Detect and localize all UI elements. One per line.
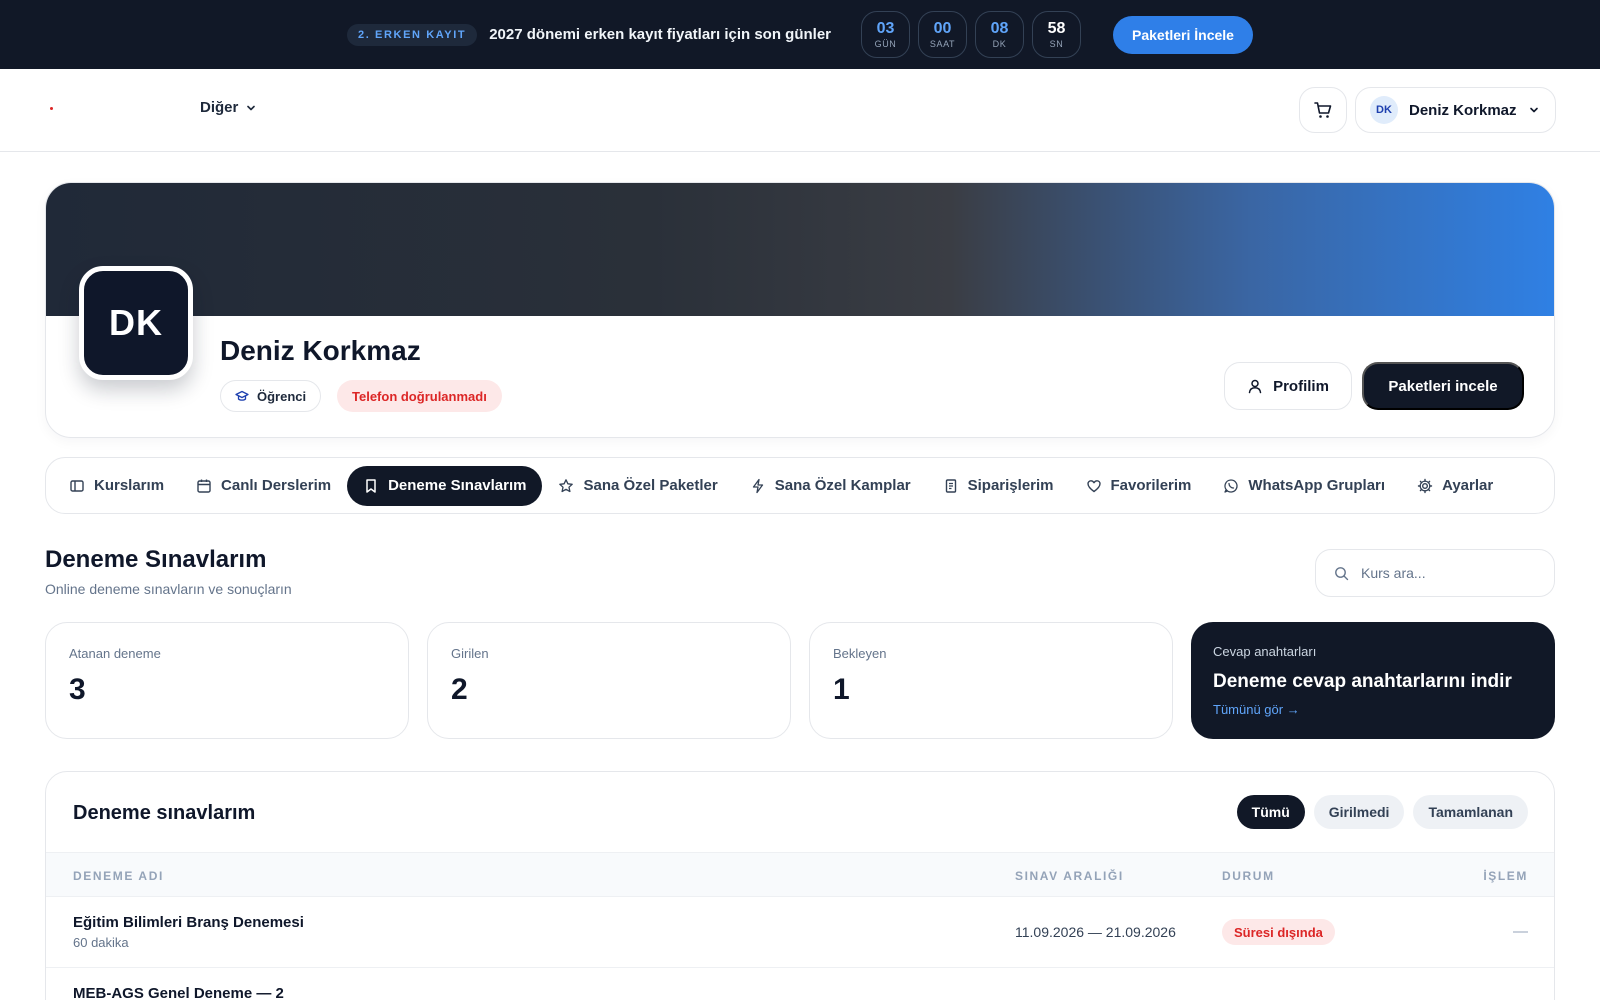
- avatar: DK: [1370, 96, 1398, 124]
- nav-more-menu[interactable]: Diğer: [200, 99, 256, 116]
- user-name: Deniz Korkmaz: [1409, 101, 1517, 119]
- answer-keys-card[interactable]: Cevap anahtarları Deneme cevap anahtarla…: [1191, 622, 1555, 739]
- graduation-cap-icon: [235, 389, 249, 403]
- nav-more-label: Diğer: [200, 99, 239, 116]
- filter-all[interactable]: Tümü: [1236, 795, 1305, 829]
- early-registration-badge: 2. ERKEN KAYIT: [347, 23, 478, 46]
- table-row: Eğitim Bilimleri Branş Denemesi 60 dakik…: [46, 897, 1554, 968]
- chevron-down-icon: [1529, 105, 1539, 115]
- phone-status-badge[interactable]: Telefon doğrulanmadı: [337, 380, 502, 412]
- tab-special-packages[interactable]: Sana Özel Paketler: [542, 466, 733, 506]
- page-subtitle: Online deneme sınavların ve sonuçların: [45, 581, 292, 597]
- countdown-days: 03 GÜN: [861, 11, 911, 58]
- column-action: İŞLEM: [1483, 869, 1528, 883]
- tab-favorites[interactable]: Favorilerim: [1070, 466, 1208, 506]
- banner-text: 2027 dönemi erken kayıt fiyatları için s…: [489, 26, 832, 43]
- exams-table-card: Deneme sınavlarım Tümü Girilmedi Tamamla…: [45, 771, 1555, 1000]
- page-title: Deneme Sınavlarım: [45, 546, 267, 573]
- profile-avatar: DK: [79, 266, 193, 380]
- role-label: Öğrenci: [257, 388, 307, 404]
- answer-keys-title: Deneme cevap anahtarlarını indir: [1213, 671, 1512, 692]
- profile-tabs: Kurslarım Canlı Derslerim Deneme Sınavla…: [45, 457, 1555, 514]
- view-all-link[interactable]: Tümünü gör →: [1213, 702, 1300, 717]
- heart-icon: [1086, 478, 1102, 494]
- countdown-seconds: 58 SN: [1032, 11, 1082, 58]
- star-icon: [558, 478, 574, 494]
- countdown-minutes: 08 DK: [975, 11, 1025, 58]
- stat-taken: Girilen 2: [427, 622, 791, 739]
- stat-pending: Bekleyen 1: [809, 622, 1173, 739]
- column-status[interactable]: DURUM: [1222, 869, 1275, 883]
- profile-card: DK Deniz Korkmaz Öğrenci Telefon doğrula…: [45, 182, 1555, 438]
- lightning-icon: [750, 478, 766, 494]
- tab-courses[interactable]: Kurslarım: [53, 466, 180, 506]
- user-icon: [1247, 378, 1263, 394]
- profile-name: Deniz Korkmaz: [220, 335, 421, 366]
- receipt-icon: [943, 478, 959, 494]
- stat-assigned: Atanan deneme 3: [45, 622, 409, 739]
- tab-whatsapp-groups[interactable]: WhatsApp Grupları: [1207, 466, 1401, 506]
- column-exam-name[interactable]: DENEME ADI: [73, 869, 164, 883]
- chevron-down-icon: [246, 103, 256, 113]
- countdown-hours: 00 SAAT: [918, 11, 968, 58]
- logo[interactable]: [50, 107, 53, 110]
- profile-button[interactable]: Profilim: [1224, 362, 1352, 410]
- bookmark-icon: [363, 478, 379, 494]
- tab-special-camps[interactable]: Sana Özel Kamplar: [734, 466, 927, 506]
- exam-name: MEB-AGS Genel Deneme — 2: [73, 985, 284, 1000]
- exam-range: 11.09.2026 — 21.09.2026: [1015, 924, 1176, 940]
- search-box: [1315, 549, 1555, 597]
- packages-button[interactable]: Paketleri incele: [1362, 362, 1524, 410]
- search-icon: [1334, 566, 1349, 581]
- tab-live-lessons[interactable]: Canlı Derslerim: [180, 466, 347, 506]
- promo-banner: 2. ERKEN KAYIT 2027 dönemi erken kayıt f…: [0, 0, 1600, 69]
- tab-orders[interactable]: Siparişlerim: [927, 466, 1070, 506]
- answer-keys-label: Cevap anahtarları: [1213, 644, 1317, 659]
- book-icon: [69, 478, 85, 494]
- role-badge: Öğrenci: [220, 380, 322, 412]
- filter-not-taken[interactable]: Girilmedi: [1313, 795, 1405, 829]
- cart-button[interactable]: [1299, 87, 1347, 133]
- row-action: —: [1513, 923, 1528, 940]
- table-header: DENEME ADI SINAV ARALIĞI DURUM İŞLEM: [46, 852, 1554, 897]
- exam-duration: 60 dakika: [73, 935, 129, 950]
- column-exam-range[interactable]: SINAV ARALIĞI: [1015, 869, 1124, 883]
- search-input[interactable]: [1361, 565, 1531, 581]
- profile-button-label: Profilim: [1273, 377, 1329, 395]
- gear-icon: [1417, 478, 1433, 494]
- filter-completed[interactable]: Tamamlanan: [1413, 795, 1528, 829]
- user-menu-button[interactable]: DK Deniz Korkmaz: [1355, 87, 1556, 133]
- filter-group: Tümü Girilmedi Tamamlanan: [1236, 795, 1528, 829]
- table-row: MEB-AGS Genel Deneme — 2: [46, 968, 1554, 1000]
- site-header: Diğer DK Deniz Korkmaz: [0, 69, 1600, 152]
- exam-name: Eğitim Bilimleri Branş Denemesi: [73, 914, 304, 931]
- profile-cover: [46, 183, 1554, 316]
- tab-settings[interactable]: Ayarlar: [1401, 466, 1509, 506]
- calendar-icon: [196, 478, 212, 494]
- whatsapp-icon: [1223, 478, 1239, 494]
- cart-icon: [1313, 100, 1333, 120]
- tab-mock-exams[interactable]: Deneme Sınavlarım: [347, 465, 543, 506]
- banner-packages-button[interactable]: Paketleri İncele: [1113, 15, 1253, 54]
- table-title: Deneme sınavlarım: [73, 802, 256, 824]
- status-badge: Süresi dışında: [1222, 919, 1335, 945]
